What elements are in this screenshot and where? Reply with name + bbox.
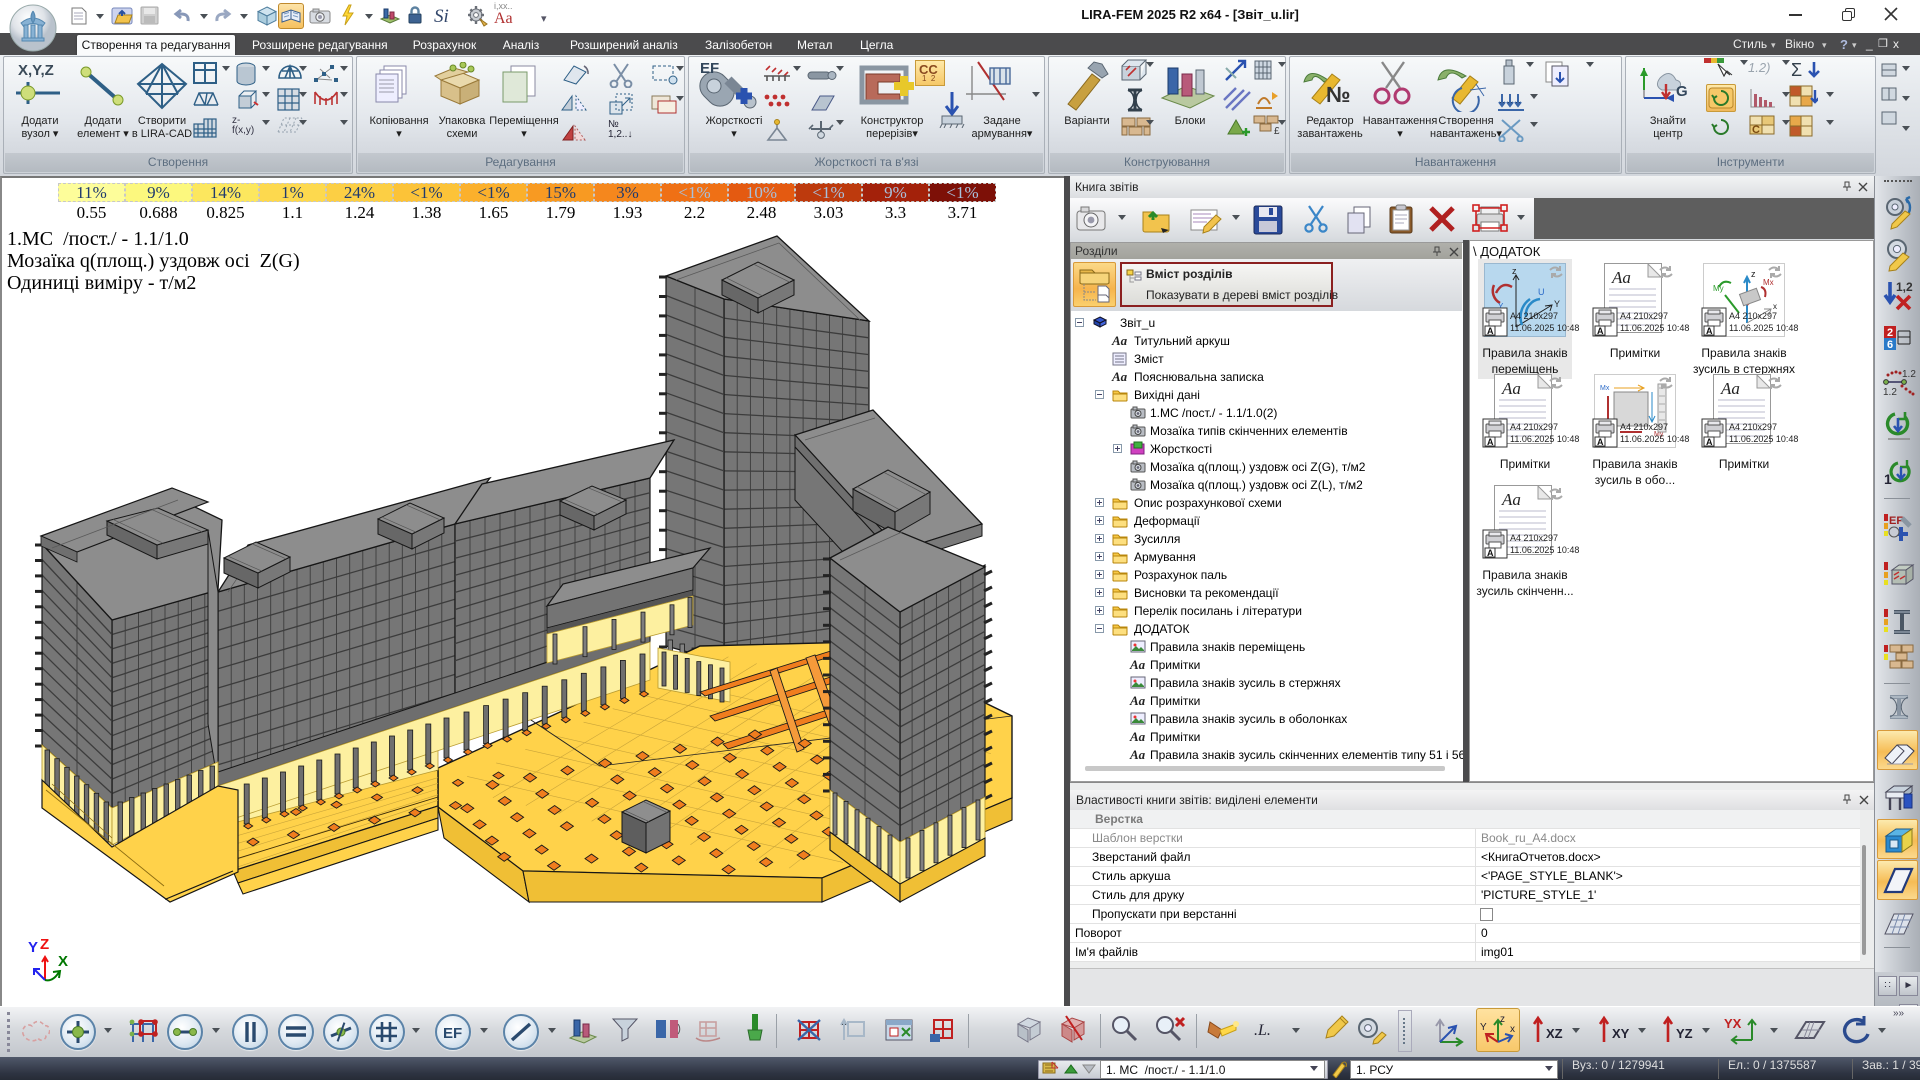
svg-text:A: A — [1597, 437, 1604, 447]
svg-text:Mx: Mx — [1763, 278, 1774, 287]
svg-text:XY: XY — [1612, 1026, 1630, 1041]
svg-text:XZ: XZ — [1546, 1026, 1563, 1041]
svg-text:1,2: 1,2 — [1896, 280, 1913, 294]
svg-text:2: 2 — [1887, 327, 1893, 339]
svg-text:A: A — [1487, 326, 1494, 336]
svg-text:EF: EF — [443, 1025, 462, 1042]
svg-text:My: My — [1713, 284, 1724, 293]
svg-text:Y: Y — [28, 939, 38, 956]
svg-text:x: x — [1773, 302, 1777, 311]
svg-text:Aa: Aa — [1611, 268, 1631, 287]
svg-text:YX: YX — [1724, 1016, 1742, 1031]
svg-text:A: A — [1706, 437, 1713, 447]
svg-text:A: A — [1487, 548, 1494, 558]
svg-text:A: A — [1597, 326, 1604, 336]
svg-text:Y: Y — [1480, 1022, 1487, 1033]
svg-text:z: z — [1512, 266, 1517, 276]
svg-text:A: A — [1706, 326, 1713, 336]
svg-text:X: X — [58, 953, 68, 970]
svg-text:Z: Z — [40, 938, 49, 953]
svg-text:EF: EF — [1889, 515, 1903, 527]
svg-text:Aa: Aa — [1501, 379, 1521, 398]
svg-text:z: z — [1751, 269, 1756, 279]
svg-text:U: U — [1538, 287, 1545, 297]
svg-text:1.2: 1.2 — [1883, 387, 1897, 398]
svg-text:x: x — [1510, 1024, 1515, 1035]
svg-text:6: 6 — [1887, 339, 1893, 351]
svg-text:Mx: Mx — [1600, 385, 1610, 392]
svg-text:YZ: YZ — [1676, 1026, 1693, 1041]
svg-text:Aa: Aa — [1501, 490, 1521, 509]
svg-text:Y: Y — [1554, 299, 1560, 309]
svg-text:z: z — [1500, 1014, 1505, 1025]
svg-text:1.2: 1.2 — [1902, 369, 1916, 380]
svg-text:A: A — [1487, 437, 1494, 447]
svg-text:Aa: Aa — [1720, 379, 1740, 398]
